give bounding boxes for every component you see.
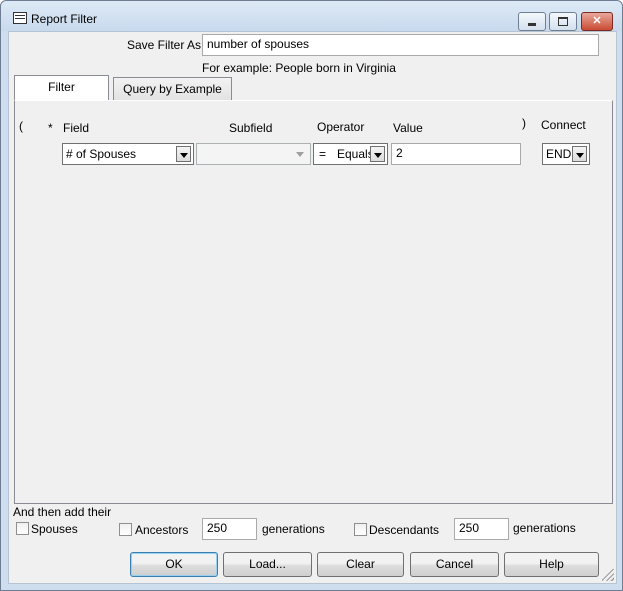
filter-panel: ( * Field Subfield Operator Value ) Conn… [14,100,613,399]
ancestors-label: Ancestors [135,523,189,537]
ok-button[interactable]: OK [130,552,218,577]
close-icon: ✕ [592,15,602,27]
spouses-label: Spouses [31,522,78,536]
descendants-generations-input[interactable]: 250 [454,518,509,540]
subfield-header: Subfield [229,121,273,135]
field-select[interactable]: # of Spouses [62,143,194,165]
ancestors-generations-label: generations [262,522,325,536]
clear-button[interactable]: Clear [317,552,404,577]
chevron-down-icon[interactable] [572,146,587,162]
operator-symbol: = [319,147,327,161]
open-paren-header: ( [19,119,23,133]
connect-select[interactable]: END [542,143,590,165]
chevron-down-icon[interactable] [176,146,191,162]
close-paren-header: ) [522,116,526,130]
minimize-button[interactable] [518,12,546,31]
spouses-checkbox[interactable] [16,522,29,535]
ancestors-generations-input[interactable]: 250 [202,518,257,540]
report-filter-window: Report Filter ✕ Save Filter As number of… [0,0,623,591]
load-button[interactable]: Load... [223,552,312,577]
save-filter-label: Save Filter As [127,38,202,52]
title-bar[interactable]: Report Filter ✕ [1,1,622,31]
descendants-checkbox[interactable] [354,523,367,536]
report-icon [13,12,27,24]
save-filter-example: For example: People born in Virginia [202,61,396,75]
add-heading: And then add their [13,505,112,519]
operator-select-value: Equals [337,147,374,161]
connect-select-value: END [546,147,572,161]
save-filter-input[interactable]: number of spouses [202,34,599,56]
tab-query-by-example[interactable]: Query by Example [113,77,232,100]
field-header: Field [63,121,90,135]
dialog-body: Save Filter As number of spouses For exa… [8,31,617,584]
descendants-label: Descendants [369,523,440,537]
star-header: * [48,121,53,135]
tab-filter[interactable]: Filter [14,75,109,100]
value-header: Value [393,121,423,135]
ancestors-checkbox[interactable] [119,523,132,536]
connect-header: Connect [541,118,586,132]
value-input[interactable]: 2 [391,143,521,165]
operator-header: Operator [317,120,365,134]
operator-select[interactable]: = Equals [313,143,388,165]
help-button[interactable]: Help [504,552,599,577]
resize-grip-icon[interactable] [602,569,614,581]
tab-strip: Filter Query by Example [14,75,614,100]
window-title: Report Filter [31,12,98,26]
maximize-button[interactable] [549,12,577,31]
subfield-select[interactable] [196,143,311,165]
chevron-down-icon[interactable] [370,146,385,162]
cancel-button[interactable]: Cancel [410,552,499,577]
field-select-value: # of Spouses [66,147,137,161]
chevron-down-icon [293,146,308,162]
close-button[interactable]: ✕ [581,12,613,31]
descendants-generations-label: generations [513,521,576,535]
results-panel [14,398,613,504]
